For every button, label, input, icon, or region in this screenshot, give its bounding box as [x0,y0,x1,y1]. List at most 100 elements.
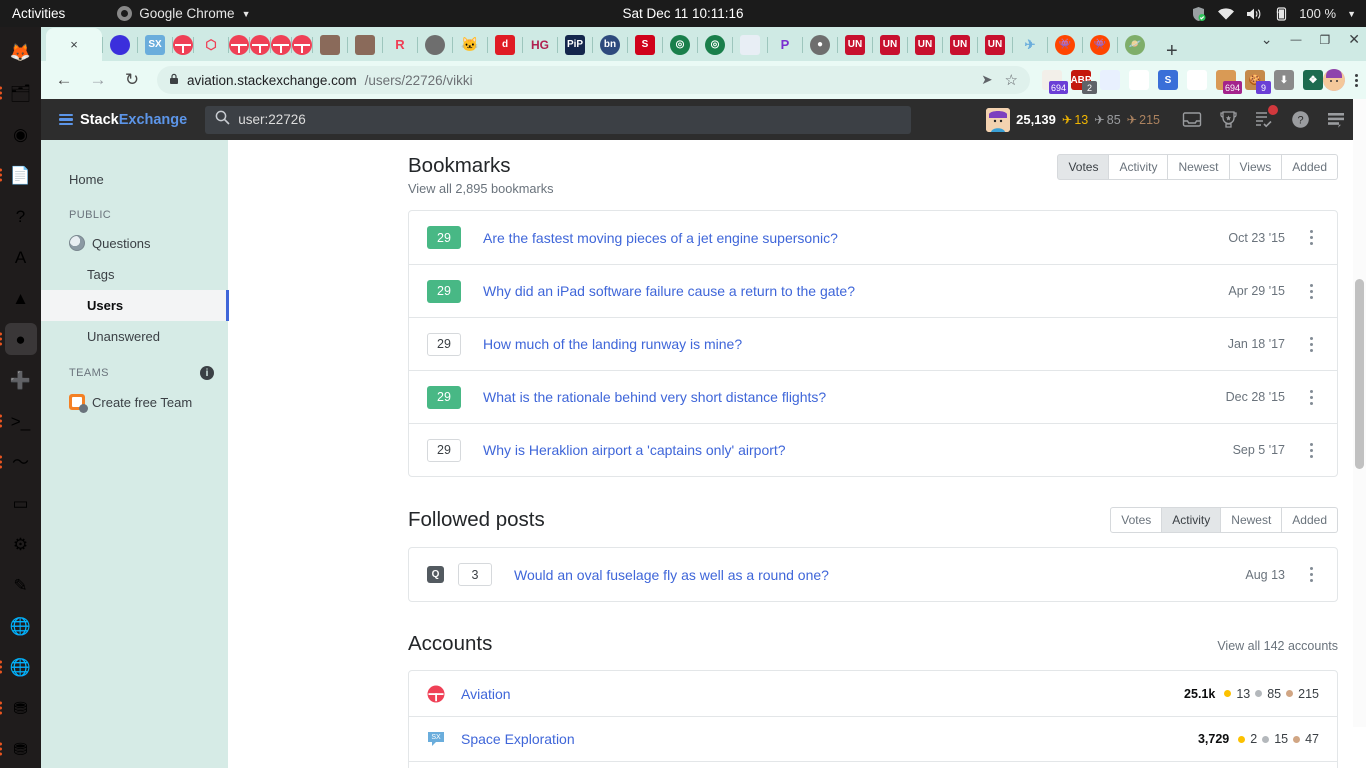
bookmarks-tab-added[interactable]: Added [1282,154,1338,180]
question-link[interactable]: Why did an iPad software failure cause a… [483,283,855,299]
scrollbar-thumb[interactable] [1355,279,1364,469]
tab-search-button[interactable]: ⌄ [1261,31,1273,48]
extension-screenshot-ext[interactable]: 694 [1042,70,1068,94]
row-menu-icon[interactable] [1299,389,1323,405]
tab-globe-gray[interactable]: ● [810,34,830,55]
dock-item-google-chrome[interactable]: ● [0,323,37,355]
chrome-menu-button[interactable] [1355,73,1358,87]
system-tray[interactable]: 100 % ▼ [1191,6,1356,22]
share-icon[interactable]: ➤ [981,72,992,88]
accounts-view-all[interactable]: View all 142 accounts [1217,639,1338,653]
tab-reddit-1[interactable]: 👾 [1055,34,1075,55]
search-input[interactable] [238,112,902,127]
extension-puzzle-ext[interactable]: ❖ [1303,70,1323,90]
extension-picture-in-picture[interactable] [1100,70,1120,90]
tab-un-5[interactable]: UN [985,34,1005,55]
tab-un-4[interactable]: UN [950,34,970,55]
dock-item-screenshot[interactable]: ➕ [5,364,37,396]
tab-aviation-3[interactable] [250,34,270,55]
account-row[interactable]: SX Space Exploration 3,729 2 15 47 [409,716,1337,761]
dock-item-disk-2[interactable]: 🌐 [0,651,37,683]
achievements-icon[interactable] [1210,99,1246,140]
profile-avatar[interactable] [1323,69,1345,91]
dock-item-files[interactable]: 🗂 [0,77,37,109]
account-row[interactable]: Aviation 25.1k 13 85 215 [409,671,1337,716]
bookmark-row[interactable]: 29 Are the fastest moving pieces of a jet… [409,211,1337,264]
bookmark-star-icon[interactable]: ☆ [1005,71,1018,89]
active-tab[interactable]: × [46,28,102,61]
site-switcher-icon[interactable] [1318,99,1354,140]
tab-rpg[interactable]: ⬡ [201,35,221,55]
followed-row[interactable]: Q 3 Would an oval fuselage fly as well as … [409,548,1337,601]
row-menu-icon[interactable] [1299,442,1323,458]
question-link[interactable]: Are the fastest moving pieces of a jet e… [483,230,838,246]
app-menu[interactable]: Google Chrome ▼ [117,6,251,21]
tab-aviation-5[interactable] [292,34,312,55]
inbox-icon[interactable] [1174,99,1210,140]
sidebar-item-users[interactable]: Users [41,290,229,321]
page-scrollbar[interactable] [1353,99,1366,727]
account-site-link[interactable]: Aviation [461,686,511,702]
bookmark-row[interactable]: 29 Why is Heraklion airport a 'captains o… [409,423,1337,476]
gold-badge[interactable]: ✈ 13 [1062,112,1088,128]
tab-aviation-se[interactable]: ✈ [1020,35,1040,55]
activities-button[interactable]: Activities [12,6,65,21]
reload-button[interactable]: ↻ [118,66,146,94]
maximize-button[interactable]: ❐ [1320,33,1331,47]
search-box[interactable] [205,105,912,134]
extension-toolbox-ext[interactable]: 694 [1216,70,1242,94]
dock-item-settings[interactable]: ⚙ [5,528,37,560]
account-row[interactable]: Meta Stack Exchange3,22931025 [409,761,1337,768]
tab-un-2[interactable]: UN [880,34,900,55]
question-link[interactable]: Why is Heraklion airport a 'captains onl… [483,442,786,458]
bookmark-row[interactable]: 29 How much of the landing runway is mine… [409,317,1337,370]
close-window-button[interactable]: ✕ [1348,31,1360,48]
sidebar-item-tags[interactable]: Tags [41,259,228,290]
dock-item-terminal[interactable]: >_ [0,405,37,437]
tab-reverb[interactable]: R [390,35,410,55]
followed-tab-added[interactable]: Added [1282,507,1338,533]
tab-hg[interactable]: HG [530,35,550,55]
bronze-badge[interactable]: ✈ 215 [1127,112,1160,128]
tab-s-red[interactable]: S [635,34,655,55]
account-site-link[interactable]: Space Exploration [461,731,575,747]
dock-item-vlc[interactable]: ▲ [5,282,37,314]
bookmarks-tab-votes[interactable]: Votes [1057,154,1110,180]
tab-github[interactable]: 🐱 [460,35,480,55]
question-link[interactable]: Would an oval fuselage fly as well as a … [514,567,829,583]
help-icon[interactable]: ? [1282,99,1318,140]
extension-s-blue-ext[interactable]: S [1158,70,1178,90]
minimize-button[interactable]: — [1291,34,1302,46]
dock-item-rhythmbox[interactable]: ◉ [5,118,37,150]
dock-item-audacity[interactable]: 〜 [0,446,37,478]
info-icon[interactable]: i [200,366,214,380]
row-menu-icon[interactable] [1299,567,1323,582]
extension-download-ext[interactable]: ⬇ [1274,70,1294,90]
sidebar-item-home[interactable]: Home [41,164,228,195]
extension-trash-ext[interactable]: 🗑 [1129,70,1149,90]
close-icon[interactable]: × [70,37,78,52]
tab-bn[interactable]: bn [600,34,620,55]
sidebar-item-questions[interactable]: Questions [41,227,228,259]
dock-item-usb-2[interactable]: ⛃ [0,733,37,765]
user-card[interactable]: 25,139 ✈ 13 ✈ 85 ✈ 215 [986,107,1160,132]
followed-tab-votes[interactable]: Votes [1110,507,1163,533]
dock-item-disk-1[interactable]: 🌐 [5,610,37,642]
back-button[interactable]: ← [50,66,78,94]
dock-item-ubuntu-software[interactable]: A [5,241,37,273]
tab-globe-green-2[interactable]: ◎ [705,34,725,55]
tab-dev[interactable]: d [495,34,515,55]
tab-aviation-1[interactable] [173,34,193,55]
followed-tab-newest[interactable]: Newest [1221,507,1283,533]
tab-globe-green-1[interactable]: ◎ [670,34,690,55]
dock-item-notes[interactable]: ✎ [5,569,37,601]
tab-paper-plane[interactable] [740,34,760,55]
silver-badge[interactable]: ✈ 85 [1094,112,1120,128]
tab-stack-exchange[interactable]: SX [145,34,165,55]
extension-adblock-plus[interactable]: ABP 2 [1070,70,1097,94]
tab-pip[interactable]: PiP [565,34,585,55]
tab-p-purple[interactable]: P [775,35,795,55]
bookmarks-tab-views[interactable]: Views [1229,154,1283,180]
tab-photo-2[interactable] [355,34,375,55]
review-icon[interactable] [1246,99,1282,140]
